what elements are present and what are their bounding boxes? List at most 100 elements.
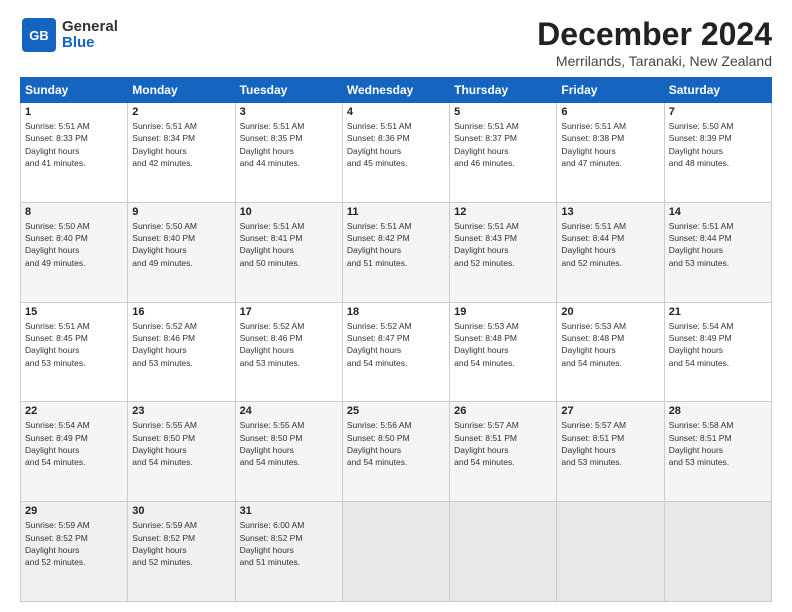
day-info: Sunrise: 5:51 AM Sunset: 8:37 PM Dayligh… — [454, 120, 552, 169]
weekday-header: Sunday — [21, 78, 128, 103]
calendar-week-row: 15 Sunrise: 5:51 AM Sunset: 8:45 PM Dayl… — [21, 302, 772, 402]
day-info: Sunrise: 5:59 AM Sunset: 8:52 PM Dayligh… — [132, 519, 230, 568]
day-number: 2 — [132, 106, 230, 118]
day-info: Sunrise: 5:58 AM Sunset: 8:51 PM Dayligh… — [669, 419, 767, 468]
day-info: Sunrise: 5:50 AM Sunset: 8:39 PM Dayligh… — [669, 120, 767, 169]
day-number: 19 — [454, 306, 552, 318]
svg-text:GB: GB — [29, 28, 49, 43]
calendar-cell: 3 Sunrise: 5:51 AM Sunset: 8:35 PM Dayli… — [235, 103, 342, 203]
calendar-table: SundayMondayTuesdayWednesdayThursdayFrid… — [20, 77, 772, 602]
day-number: 4 — [347, 106, 445, 118]
calendar-cell — [342, 502, 449, 602]
weekday-header: Wednesday — [342, 78, 449, 103]
calendar-week-row: 22 Sunrise: 5:54 AM Sunset: 8:49 PM Dayl… — [21, 402, 772, 502]
day-info: Sunrise: 5:54 AM Sunset: 8:49 PM Dayligh… — [669, 320, 767, 369]
calendar-cell — [664, 502, 771, 602]
day-number: 31 — [240, 505, 338, 517]
weekday-header: Saturday — [664, 78, 771, 103]
day-info: Sunrise: 6:00 AM Sunset: 8:52 PM Dayligh… — [240, 519, 338, 568]
calendar-cell: 4 Sunrise: 5:51 AM Sunset: 8:36 PM Dayli… — [342, 103, 449, 203]
day-number: 27 — [561, 405, 659, 417]
calendar-cell: 20 Sunrise: 5:53 AM Sunset: 8:48 PM Dayl… — [557, 302, 664, 402]
calendar-cell: 8 Sunrise: 5:50 AM Sunset: 8:40 PM Dayli… — [21, 202, 128, 302]
day-info: Sunrise: 5:59 AM Sunset: 8:52 PM Dayligh… — [25, 519, 123, 568]
calendar-cell: 2 Sunrise: 5:51 AM Sunset: 8:34 PM Dayli… — [128, 103, 235, 203]
day-info: Sunrise: 5:51 AM Sunset: 8:44 PM Dayligh… — [669, 220, 767, 269]
calendar-cell: 22 Sunrise: 5:54 AM Sunset: 8:49 PM Dayl… — [21, 402, 128, 502]
calendar-cell: 11 Sunrise: 5:51 AM Sunset: 8:42 PM Dayl… — [342, 202, 449, 302]
day-number: 23 — [132, 405, 230, 417]
day-number: 16 — [132, 306, 230, 318]
day-info: Sunrise: 5:55 AM Sunset: 8:50 PM Dayligh… — [240, 419, 338, 468]
calendar-week-row: 8 Sunrise: 5:50 AM Sunset: 8:40 PM Dayli… — [21, 202, 772, 302]
day-number: 24 — [240, 405, 338, 417]
day-info: Sunrise: 5:51 AM Sunset: 8:44 PM Dayligh… — [561, 220, 659, 269]
day-number: 14 — [669, 206, 767, 218]
day-info: Sunrise: 5:51 AM Sunset: 8:45 PM Dayligh… — [25, 320, 123, 369]
day-info: Sunrise: 5:50 AM Sunset: 8:40 PM Dayligh… — [25, 220, 123, 269]
calendar-cell: 16 Sunrise: 5:52 AM Sunset: 8:46 PM Dayl… — [128, 302, 235, 402]
calendar-cell: 23 Sunrise: 5:55 AM Sunset: 8:50 PM Dayl… — [128, 402, 235, 502]
day-number: 25 — [347, 405, 445, 417]
day-info: Sunrise: 5:51 AM Sunset: 8:35 PM Dayligh… — [240, 120, 338, 169]
calendar-cell — [557, 502, 664, 602]
day-number: 17 — [240, 306, 338, 318]
weekday-header: Thursday — [450, 78, 557, 103]
calendar-header: SundayMondayTuesdayWednesdayThursdayFrid… — [21, 78, 772, 103]
day-info: Sunrise: 5:51 AM Sunset: 8:38 PM Dayligh… — [561, 120, 659, 169]
day-info: Sunrise: 5:51 AM Sunset: 8:36 PM Dayligh… — [347, 120, 445, 169]
day-number: 20 — [561, 306, 659, 318]
day-number: 15 — [25, 306, 123, 318]
calendar-cell: 14 Sunrise: 5:51 AM Sunset: 8:44 PM Dayl… — [664, 202, 771, 302]
calendar-cell: 25 Sunrise: 5:56 AM Sunset: 8:50 PM Dayl… — [342, 402, 449, 502]
weekday-header: Monday — [128, 78, 235, 103]
calendar-cell: 9 Sunrise: 5:50 AM Sunset: 8:40 PM Dayli… — [128, 202, 235, 302]
day-info: Sunrise: 5:51 AM Sunset: 8:43 PM Dayligh… — [454, 220, 552, 269]
calendar-cell: 31 Sunrise: 6:00 AM Sunset: 8:52 PM Dayl… — [235, 502, 342, 602]
calendar-cell: 15 Sunrise: 5:51 AM Sunset: 8:45 PM Dayl… — [21, 302, 128, 402]
calendar-cell: 18 Sunrise: 5:52 AM Sunset: 8:47 PM Dayl… — [342, 302, 449, 402]
calendar-cell: 27 Sunrise: 5:57 AM Sunset: 8:51 PM Dayl… — [557, 402, 664, 502]
day-number: 6 — [561, 106, 659, 118]
day-info: Sunrise: 5:56 AM Sunset: 8:50 PM Dayligh… — [347, 419, 445, 468]
day-info: Sunrise: 5:57 AM Sunset: 8:51 PM Dayligh… — [454, 419, 552, 468]
calendar-cell: 13 Sunrise: 5:51 AM Sunset: 8:44 PM Dayl… — [557, 202, 664, 302]
calendar-cell — [450, 502, 557, 602]
title-block: December 2024 Merrilands, Taranaki, New … — [537, 16, 772, 69]
calendar-cell: 30 Sunrise: 5:59 AM Sunset: 8:52 PM Dayl… — [128, 502, 235, 602]
day-info: Sunrise: 5:53 AM Sunset: 8:48 PM Dayligh… — [454, 320, 552, 369]
day-info: Sunrise: 5:52 AM Sunset: 8:47 PM Dayligh… — [347, 320, 445, 369]
day-number: 28 — [669, 405, 767, 417]
calendar-cell: 5 Sunrise: 5:51 AM Sunset: 8:37 PM Dayli… — [450, 103, 557, 203]
calendar-cell: 28 Sunrise: 5:58 AM Sunset: 8:51 PM Dayl… — [664, 402, 771, 502]
day-info: Sunrise: 5:54 AM Sunset: 8:49 PM Dayligh… — [25, 419, 123, 468]
calendar-cell: 21 Sunrise: 5:54 AM Sunset: 8:49 PM Dayl… — [664, 302, 771, 402]
day-number: 13 — [561, 206, 659, 218]
weekday-header: Friday — [557, 78, 664, 103]
day-number: 8 — [25, 206, 123, 218]
page: GB General Blue December 2024 Merrilands… — [0, 0, 792, 612]
calendar-cell: 26 Sunrise: 5:57 AM Sunset: 8:51 PM Dayl… — [450, 402, 557, 502]
day-info: Sunrise: 5:51 AM Sunset: 8:41 PM Dayligh… — [240, 220, 338, 269]
calendar-week-row: 1 Sunrise: 5:51 AM Sunset: 8:33 PM Dayli… — [21, 103, 772, 203]
location-title: Merrilands, Taranaki, New Zealand — [537, 53, 772, 69]
day-number: 30 — [132, 505, 230, 517]
calendar-cell: 6 Sunrise: 5:51 AM Sunset: 8:38 PM Dayli… — [557, 103, 664, 203]
day-number: 29 — [25, 505, 123, 517]
header: GB General Blue December 2024 Merrilands… — [20, 16, 772, 69]
day-info: Sunrise: 5:51 AM Sunset: 8:33 PM Dayligh… — [25, 120, 123, 169]
calendar-week-row: 29 Sunrise: 5:59 AM Sunset: 8:52 PM Dayl… — [21, 502, 772, 602]
day-info: Sunrise: 5:51 AM Sunset: 8:42 PM Dayligh… — [347, 220, 445, 269]
day-info: Sunrise: 5:53 AM Sunset: 8:48 PM Dayligh… — [561, 320, 659, 369]
day-info: Sunrise: 5:57 AM Sunset: 8:51 PM Dayligh… — [561, 419, 659, 468]
day-number: 5 — [454, 106, 552, 118]
calendar-cell: 24 Sunrise: 5:55 AM Sunset: 8:50 PM Dayl… — [235, 402, 342, 502]
day-number: 10 — [240, 206, 338, 218]
month-title: December 2024 — [537, 16, 772, 53]
calendar-body: 1 Sunrise: 5:51 AM Sunset: 8:33 PM Dayli… — [21, 103, 772, 602]
day-info: Sunrise: 5:51 AM Sunset: 8:34 PM Dayligh… — [132, 120, 230, 169]
day-number: 21 — [669, 306, 767, 318]
calendar-cell: 17 Sunrise: 5:52 AM Sunset: 8:46 PM Dayl… — [235, 302, 342, 402]
day-info: Sunrise: 5:52 AM Sunset: 8:46 PM Dayligh… — [132, 320, 230, 369]
day-number: 7 — [669, 106, 767, 118]
